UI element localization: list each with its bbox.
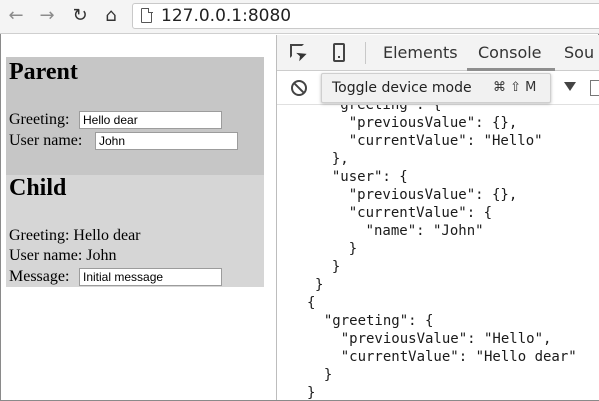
- tab-console[interactable]: Console: [478, 43, 542, 62]
- console-line: "name": "John": [315, 223, 484, 239]
- console-line: }: [307, 385, 316, 400]
- device-mode-icon[interactable]: [329, 43, 349, 63]
- console-line: "previousValue": {},: [315, 115, 518, 131]
- console-output: "greeting": { "previousValue": {}, "curr…: [277, 105, 599, 400]
- console-line: "previousValue": "Hello",: [307, 331, 552, 347]
- devtools-tab-bar: ➤ Elements Console Sou: [277, 35, 599, 71]
- parent-greeting-input[interactable]: Hello dear: [79, 111, 222, 129]
- filter-dropdown-icon[interactable]: [564, 82, 576, 91]
- child-greeting-text: Greeting: Hello dear: [9, 227, 141, 244]
- console-line: "greeting": {: [315, 105, 442, 113]
- page-icon: [141, 7, 153, 23]
- parent-heading: Parent: [9, 59, 78, 85]
- browser-toolbar: ← → ↻ ⌂ 127.0.0.1:8080: [0, 0, 599, 34]
- child-message-label: Message:: [9, 268, 70, 285]
- child-message-input[interactable]: Initial message: [79, 268, 222, 286]
- tooltip-shortcut: ⌘ ⇧ M: [493, 80, 537, 95]
- forward-arrow-icon[interactable]: →: [37, 6, 57, 26]
- parent-component: Parent Greeting: Hello dear User name: J…: [6, 57, 264, 175]
- parent-greeting-label: Greeting:: [9, 111, 70, 128]
- console-line: }: [315, 259, 341, 275]
- console-line: }: [307, 367, 333, 383]
- toolbar-divider: [365, 42, 366, 64]
- parent-username-label: User name:: [9, 132, 83, 149]
- home-icon[interactable]: ⌂: [101, 6, 121, 26]
- tab-sources[interactable]: Sou: [564, 43, 594, 62]
- console-line: "previousValue": {},: [315, 187, 518, 203]
- console-line: "currentValue": "Hello": [315, 133, 543, 149]
- tooltip-label: Toggle device mode: [332, 80, 472, 96]
- console-line: "currentValue": {: [315, 205, 493, 221]
- page-viewport: Parent Greeting: Hello dear User name: J…: [1, 35, 275, 400]
- console-line: },: [315, 151, 349, 167]
- parent-username-input[interactable]: John: [95, 132, 238, 150]
- devtools-panel: ➤ Elements Console Sou Toggle device mod…: [276, 35, 599, 400]
- console-line: "greeting": {: [307, 313, 434, 329]
- device-mode-tooltip: Toggle device mode ⌘ ⇧ M: [321, 73, 551, 103]
- inspect-element-icon[interactable]: ➤: [289, 43, 310, 66]
- child-heading: Child: [9, 175, 67, 201]
- preserve-log-checkbox[interactable]: [590, 80, 599, 96]
- console-line: }: [315, 241, 358, 257]
- console-line: "currentValue": "Hello dear": [307, 349, 577, 365]
- address-bar[interactable]: 127.0.0.1:8080: [132, 3, 599, 29]
- child-username-text: User name: John: [9, 247, 117, 264]
- console-line: {: [307, 295, 316, 311]
- url-text[interactable]: 127.0.0.1:8080: [161, 6, 291, 26]
- tab-elements[interactable]: Elements: [383, 43, 458, 62]
- child-component: Child Greeting: Hello dear User name: Jo…: [6, 175, 264, 287]
- reload-icon[interactable]: ↻: [70, 6, 90, 26]
- console-line: }: [315, 277, 324, 293]
- back-arrow-icon[interactable]: ←: [6, 6, 26, 26]
- clear-console-icon[interactable]: [291, 80, 307, 96]
- console-line: "user": {: [315, 169, 408, 185]
- console-toolbar: Toggle device mode ⌘ ⇧ M: [277, 71, 599, 105]
